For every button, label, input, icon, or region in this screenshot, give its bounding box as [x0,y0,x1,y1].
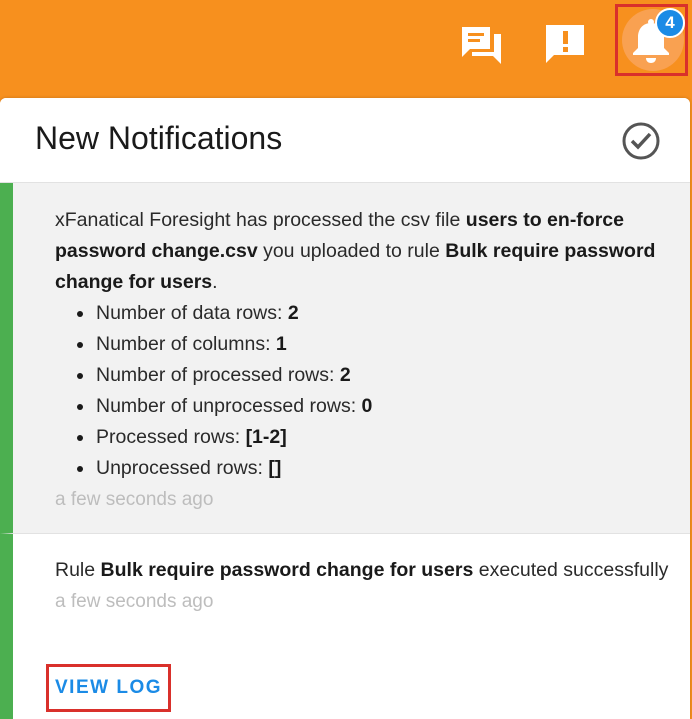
notification-item[interactable]: xFanatical Foresight has processed the c… [0,183,690,534]
stats-list: Number of data rows: 2 Number of columns… [55,298,671,484]
message-text: executed successfully [473,559,669,581]
top-bar: 4 [0,0,692,98]
panel-title: New Notifications [35,120,283,156]
notification-timestamp: a few seconds ago [55,489,214,510]
notification-message: Rule Bulk require password change for us… [55,555,671,586]
stats-item: Number of processed rows: 2 [77,360,671,391]
check-circle-icon[interactable] [621,121,661,161]
notifications-panel: New Notifications xFanatical Foresight h… [0,98,690,719]
stats-item: Processed rows: [1-2] [77,422,671,453]
notification-message: xFanatical Foresight has processed the c… [55,205,671,298]
chat-icon[interactable] [460,22,504,66]
notifications-bell-button[interactable]: 4 [615,4,688,76]
notification-timestamp: a few seconds ago [55,591,214,612]
message-text: you uploaded to rule [257,240,446,262]
notification-item[interactable]: Rule Bulk require password change for us… [0,534,690,719]
notification-count-badge: 4 [655,8,685,38]
stats-item: Unprocessed rows: [] [77,453,671,484]
feedback-icon[interactable] [543,22,587,66]
message-text: xFanatical Foresight has processed the c… [55,209,466,231]
notification-content: xFanatical Foresight has processed the c… [55,205,671,515]
stats-item: Number of data rows: 2 [77,298,671,329]
message-text: Rule [55,559,101,581]
panel-header: New Notifications [0,98,690,183]
stats-item: Number of columns: 1 [77,329,671,360]
message-text: . [212,271,218,293]
view-log-button[interactable]: VIEW LOG [46,664,171,712]
stats-item: Number of unprocessed rows: 0 [77,391,671,422]
notification-content: Rule Bulk require password change for us… [55,555,671,617]
rule-name: Bulk require password change for users [100,559,474,581]
